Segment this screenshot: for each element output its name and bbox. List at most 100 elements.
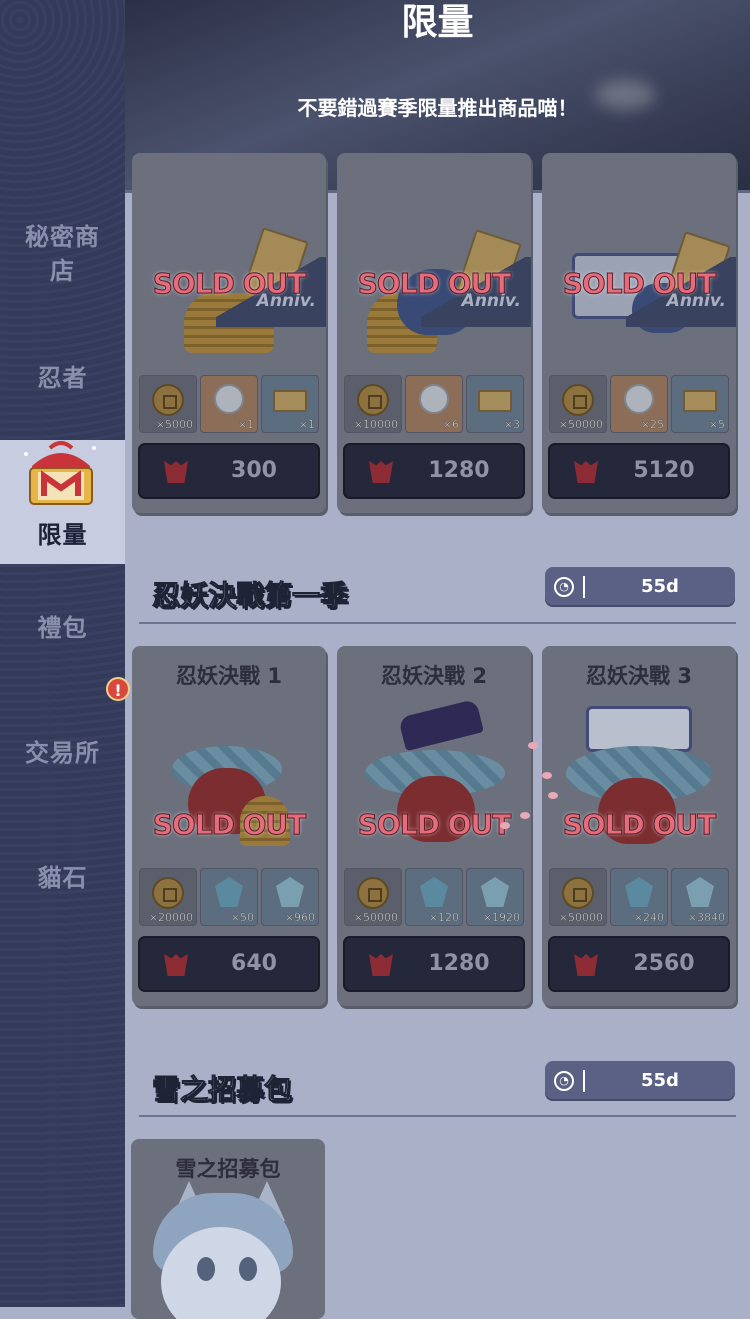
sold-out-label: SOLD OUT xyxy=(152,808,306,842)
reward-slot: ×50000 xyxy=(549,375,607,433)
sidebar-item-ninja[interactable]: 忍者 xyxy=(0,361,125,395)
shop-card[interactable]: 忍妖決戰 1 SOLD OUT ×20000 ×50 ×960 640 xyxy=(132,646,326,1006)
crystal-shard-icon xyxy=(686,877,714,907)
coin-icon xyxy=(357,384,389,416)
ticket-icon xyxy=(478,390,512,412)
reward-list: ×20000 ×50 ×960 xyxy=(139,868,319,926)
crystal-shard-icon xyxy=(481,877,509,907)
ticket-icon xyxy=(273,390,307,412)
silver-coin-icon xyxy=(214,384,244,414)
reward-slot: ×1 xyxy=(261,375,319,433)
countdown-timer: ◔ 55d xyxy=(545,1061,735,1101)
sidebar: 秘密商 店 忍者 限量 禮包 交易所 貓石 xyxy=(0,0,125,1307)
reward-slot: ×1 xyxy=(200,375,258,433)
sidebar-item-label: 忍者 xyxy=(37,364,88,392)
sidebar-item-label: 店 xyxy=(50,257,75,285)
petal-decoration xyxy=(548,792,558,799)
price-button[interactable]: 5120 xyxy=(548,443,730,499)
section-title: 雪之招募包 xyxy=(151,1073,293,1107)
sold-out-label: SOLD OUT xyxy=(152,267,306,301)
card-title: 忍妖決戰 3 xyxy=(586,664,692,688)
shop-card[interactable]: Anniv. SOLD OUT ×5000 ×1 ×1 300 xyxy=(132,153,326,513)
sold-out-label: SOLD OUT xyxy=(562,808,716,842)
reward-slot: ×3 xyxy=(466,375,524,433)
petal-decoration xyxy=(542,772,552,779)
reward-slot: ×50000 xyxy=(549,868,607,926)
crystal-icon xyxy=(420,877,448,907)
petal-decoration xyxy=(520,812,530,819)
silver-coin-icon xyxy=(624,384,654,414)
crystal-shard-icon xyxy=(276,877,304,907)
sidebar-item-secret-shop[interactable]: 秘密商 店 xyxy=(0,220,125,288)
reward-list: ×50000 ×240 ×3840 xyxy=(549,868,729,926)
clock-icon: ◔ xyxy=(554,577,574,597)
sold-out-label: SOLD OUT xyxy=(562,267,716,301)
page-subtitle: 不要錯過賽季限量推出商品喵！ xyxy=(297,96,578,120)
price-button[interactable]: 300 xyxy=(138,443,320,499)
coin-icon xyxy=(357,877,389,909)
sidebar-item-label: 交易所 xyxy=(25,739,100,767)
crystal-icon xyxy=(215,877,243,907)
gem-icon xyxy=(164,461,188,483)
gem-icon xyxy=(369,954,393,976)
page-title: 限量 xyxy=(401,2,474,43)
reward-slot: ×1920 xyxy=(466,868,524,926)
reward-list: ×5000 ×1 ×1 xyxy=(139,375,319,433)
gem-icon xyxy=(574,954,598,976)
gem-icon xyxy=(164,954,188,976)
card-title: 忍妖決戰 2 xyxy=(381,664,487,688)
alert-badge: ! xyxy=(106,677,130,701)
card-title: 雪之招募包 xyxy=(175,1157,281,1181)
sidebar-item-label: 限量 xyxy=(37,521,88,549)
card-title: 忍妖決戰 1 xyxy=(176,664,282,688)
crystal-icon xyxy=(625,877,653,907)
reward-slot: ×960 xyxy=(261,868,319,926)
sidebar-item-limited[interactable]: 限量 xyxy=(0,440,125,564)
sidebar-item-label: 秘密商 xyxy=(25,223,100,251)
sidebar-item-label: 貓石 xyxy=(37,864,88,892)
reward-slot: ×50 xyxy=(200,868,258,926)
coin-icon xyxy=(152,877,184,909)
section-title: 忍妖決戰第一季 xyxy=(151,579,349,613)
price-button[interactable]: 1280 xyxy=(343,443,525,499)
coin-icon xyxy=(562,384,594,416)
sidebar-item-exchange[interactable]: 交易所 xyxy=(0,736,125,770)
reward-slot: ×20000 xyxy=(139,868,197,926)
shop-card[interactable]: 忍妖決戰 3 SOLD OUT ×50000 ×240 ×3840 2560 xyxy=(542,646,736,1006)
reward-slot: ×6 xyxy=(405,375,463,433)
petal-decoration xyxy=(528,742,538,749)
reward-slot: ×5 xyxy=(671,375,729,433)
reward-list: ×50000 ×120 ×1920 xyxy=(344,868,524,926)
section-divider xyxy=(139,622,736,624)
price-button[interactable]: 640 xyxy=(138,936,320,992)
reward-slot: ×120 xyxy=(405,868,463,926)
reward-slot: ×5000 xyxy=(139,375,197,433)
price-button[interactable]: 1280 xyxy=(343,936,525,992)
reward-slot: ×3840 xyxy=(671,868,729,926)
section-divider xyxy=(139,1115,736,1117)
price-button[interactable]: 2560 xyxy=(548,936,730,992)
sidebar-item-cat-stone[interactable]: 貓石 xyxy=(0,861,125,895)
reward-list: ×50000 ×25 ×5 xyxy=(549,375,729,433)
shop-card[interactable]: Anniv. SOLD OUT ×10000 ×6 ×3 1280 xyxy=(337,153,531,513)
shop-card[interactable]: 雪之招募包 xyxy=(131,1139,325,1319)
sidebar-item-label: 禮包 xyxy=(37,614,88,642)
sidebar-item-gift-pack[interactable]: 禮包 xyxy=(0,611,125,645)
shop-card[interactable]: Anniv. SOLD OUT ×50000 ×25 ×5 5120 xyxy=(542,153,736,513)
coin-icon xyxy=(152,384,184,416)
ticket-icon xyxy=(683,390,717,412)
reward-slot: ×25 xyxy=(610,375,668,433)
coin-icon xyxy=(562,877,594,909)
gem-icon xyxy=(574,461,598,483)
gem-icon xyxy=(369,461,393,483)
clock-icon: ◔ xyxy=(554,1071,574,1091)
sold-out-label: SOLD OUT xyxy=(357,267,511,301)
treasure-chest-icon xyxy=(20,440,102,506)
silver-coin-icon xyxy=(419,384,449,414)
reward-list: ×10000 ×6 ×3 xyxy=(344,375,524,433)
reward-slot: ×10000 xyxy=(344,375,402,433)
reward-slot: ×50000 xyxy=(344,868,402,926)
petal-decoration xyxy=(500,822,510,829)
countdown-timer: ◔ 55d xyxy=(545,567,735,607)
reward-slot: ×240 xyxy=(610,868,668,926)
